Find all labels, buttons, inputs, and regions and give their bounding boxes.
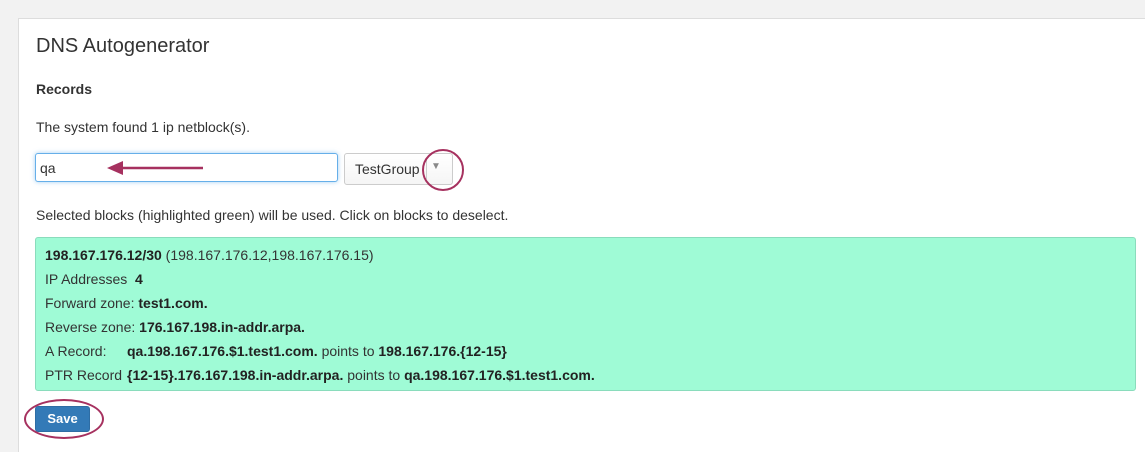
- dns-autogenerator-panel: DNS Autogenerator Records The system fou…: [18, 18, 1145, 452]
- ip-addresses-value: 4: [135, 271, 143, 287]
- reverse-zone-value: 176.167.198.in-addr.arpa.: [139, 319, 305, 335]
- ptr-record-target: qa.198.167.176.$1.test1.com.: [404, 367, 595, 383]
- netblock-found-text: The system found 1 ip netblock(s).: [36, 119, 250, 135]
- instructions-text: Selected blocks (highlighted green) will…: [36, 207, 509, 223]
- ip-addresses-label: IP Addresses: [45, 271, 128, 287]
- netblock-item[interactable]: 198.167.176.12/30 (198.167.176.12,198.16…: [35, 237, 1136, 391]
- reverse-zone-row: Reverse zone: 176.167.198.in-addr.arpa.: [45, 319, 305, 335]
- forward-zone-row: Forward zone: test1.com.: [45, 295, 208, 311]
- block-range: (198.167.176.12,198.167.176.15): [161, 247, 374, 263]
- page-title: DNS Autogenerator: [36, 35, 210, 57]
- ptr-record-label: PTR Record: [45, 367, 123, 383]
- block-cidr-row: 198.167.176.12/30 (198.167.176.12,198.16…: [45, 247, 374, 263]
- records-heading: Records: [36, 81, 93, 97]
- group-select-value: TestGroup: [355, 161, 420, 177]
- a-record-name: qa.198.167.176.$1.test1.com.: [127, 343, 318, 359]
- ptr-record-row: PTR Record {12-15}.176.167.198.in-addr.ar…: [45, 367, 595, 383]
- reverse-zone-label: Reverse zone:: [45, 319, 136, 335]
- a-record-target: 198.167.176.{12-15}: [378, 343, 507, 359]
- annotation-circle-save: [24, 399, 104, 439]
- forward-zone-value: test1.com.: [138, 295, 208, 311]
- forward-zone-label: Forward zone:: [45, 295, 135, 311]
- ptr-record-points-to: points to: [343, 367, 405, 383]
- block-cidr: 198.167.176.12/30: [45, 247, 162, 263]
- a-record-label: A Record:: [45, 343, 107, 359]
- annotation-circle-dropdown: [422, 149, 464, 191]
- a-record-points-to: points to: [317, 343, 379, 359]
- a-record-row: A Record: qa.198.167.176.$1.test1.com. po…: [45, 343, 507, 359]
- annotation-arrow: [107, 161, 203, 175]
- ptr-record-name: {12-15}.176.167.198.in-addr.arpa.: [127, 367, 344, 383]
- ip-addresses-row: IP Addresses 4: [45, 271, 143, 287]
